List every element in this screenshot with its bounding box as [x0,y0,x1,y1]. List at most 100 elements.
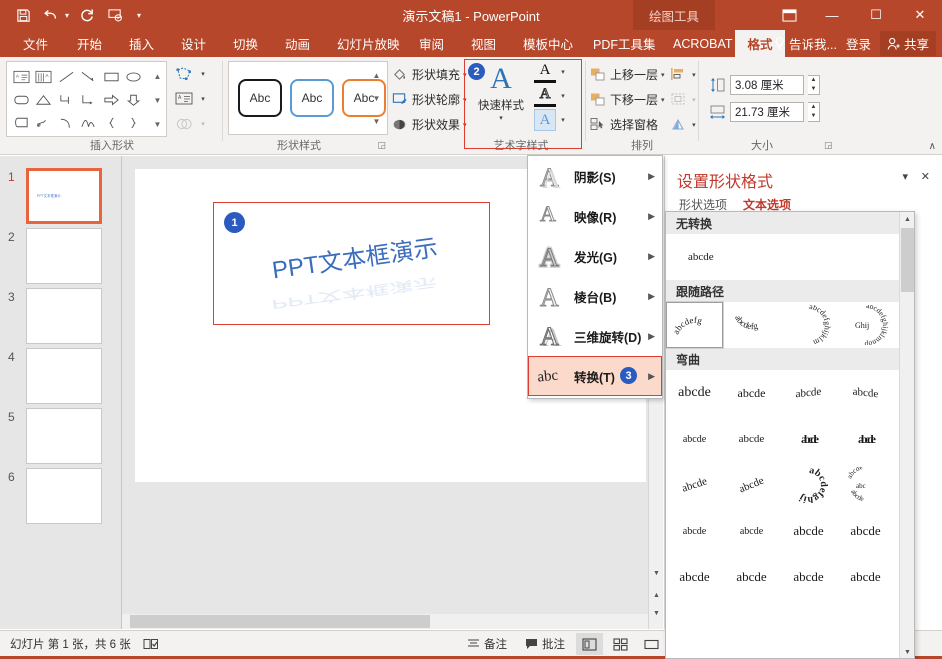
tab-slideshow[interactable]: 幻灯片放映 [328,30,409,57]
transform-option-warp-11[interactable]: abcdefghij [780,462,837,508]
slide-thumbnail-2[interactable]: 2 [0,228,118,288]
format-pane-menu-icon[interactable]: ▾ [902,170,908,183]
shape-style-gallery[interactable]: Abc Abc Abc [228,61,388,135]
menu-item-glow[interactable]: AA 发光(G) ▶ [528,236,662,276]
reading-view-button[interactable] [638,633,665,655]
shape-oval-icon[interactable] [123,65,146,88]
transform-option-warp-16[interactable]: abcde [837,508,894,554]
shape-left-brace-icon[interactable] [100,111,123,134]
slide-horizontal-scrollbar[interactable] [122,614,648,629]
slide-thumbnail-5[interactable]: 5 [0,408,118,468]
transform-option-warp-9[interactable]: abcde [666,454,729,515]
notes-button[interactable]: 备注 [460,633,514,655]
draw-textbox-dropdown-icon[interactable]: ▾ [198,95,208,103]
size-dialog-launcher[interactable]: ◲ [824,140,833,151]
rotate-row[interactable]: ▾ [668,112,698,137]
shape-style-more-icon[interactable]: ▼ [370,110,383,132]
wordart-quick-styles-dropdown-icon[interactable]: ▾ [499,114,503,122]
rotate-dropdown-icon[interactable]: ▾ [690,121,698,129]
tab-review[interactable]: 审阅 [410,30,453,57]
shape-textbox-icon[interactable]: A [10,65,33,88]
transform-option-warp-2[interactable]: abcde [723,370,780,416]
selection-pane-button[interactable]: 选择窗格 [588,112,665,137]
shapes-gallery-scroll[interactable]: ▲ ▼ ▼ [151,65,164,135]
slide-thumb-box-4[interactable] [26,348,102,404]
shape-height-row[interactable]: 3.08 厘米 ▲ ▼ [708,71,820,98]
tab-transitions[interactable]: 切换 [224,30,267,57]
transform-option-warp-3[interactable]: abcde [780,367,837,419]
gallery-scrollbar[interactable]: ▲ ▼ [899,212,914,658]
gallery-scroll-down-icon[interactable]: ▼ [900,645,914,658]
horizontal-scroll-thumb[interactable] [130,615,430,628]
transform-option-warp-18[interactable]: abcde [723,554,780,600]
width-spin-down-icon[interactable]: ▼ [811,113,817,119]
shape-rectangle-icon[interactable] [100,65,123,88]
shape-width-row[interactable]: 21.73 厘米 ▲ ▼ [708,98,820,125]
text-effects-row[interactable]: A ▾ [534,108,580,132]
text-fill-dropdown-icon[interactable]: ▾ [558,68,568,76]
shapes-scroll-up-icon[interactable]: ▲ [151,65,164,87]
shape-outline-button[interactable]: 形状轮廓 ▾ [390,87,467,112]
align-objects-icon[interactable] [668,64,688,86]
slide-thumb-box-6[interactable] [26,468,102,524]
shape-elbow-arrow-icon[interactable] [78,88,101,111]
gallery-scroll-thumb[interactable] [901,228,914,292]
slide-thumb-box-5[interactable] [26,408,102,464]
transform-option-warp-12[interactable]: abcde abc abcde [837,462,894,508]
height-spin-down-icon[interactable]: ▼ [811,86,817,92]
shapes-gallery[interactable]: A A ▲ ▼ ▼ [6,61,167,137]
transform-option-arch-up[interactable]: abcdefg [666,301,724,349]
transform-option-circle[interactable]: abcdefghijklm [780,302,837,348]
selected-textbox[interactable]: 1 PPT文本框演示 PPT文本框演示 [213,202,490,325]
transform-option-arch-down[interactable]: abcdefg [723,302,780,348]
edit-shape-icon[interactable] [172,63,196,85]
slide-thumbnail-pane[interactable]: 1 PPT文本框演示 2 3 4 5 6 [0,156,122,629]
text-fill-icon[interactable]: A [534,62,556,83]
transform-option-warp-7[interactable]: abcde [780,416,837,462]
tab-design[interactable]: 设计 [172,30,215,57]
transform-option-warp-4[interactable]: abcde [837,367,894,419]
maximize-button[interactable]: ☐ [854,0,898,30]
text-effects-icon[interactable]: A [534,109,556,131]
shape-line-icon[interactable] [55,65,78,88]
transform-option-warp-15[interactable]: abcde [780,508,837,554]
text-effects-menu[interactable]: AA 阴影(S) ▶ AA 映像(R) ▶ AA 发光(G) ▶ A 棱台(B)… [527,155,663,399]
previous-slide-icon[interactable]: ▲ [649,588,664,603]
shape-effects-button[interactable]: 形状效果 ▾ [390,112,467,137]
ribbon-display-options-icon[interactable] [768,0,810,30]
shape-rounded-rect-icon[interactable] [10,88,33,111]
shape-style-thumb-1[interactable]: Abc [238,79,282,117]
comments-button[interactable]: 批注 [518,633,572,655]
send-backward-button[interactable]: 下移一层 ▾ [588,87,665,112]
transform-option-warp-20[interactable]: abcde [837,554,894,600]
text-outline-dropdown-icon[interactable]: ▾ [558,92,568,100]
shape-style-scroll[interactable]: ▲ ▼ ▼ [370,64,383,132]
undo-dropdown-icon[interactable]: ▾ [62,11,72,20]
shape-freeform-icon[interactable] [33,111,56,134]
transform-option-warp-19[interactable]: abcde [780,554,837,600]
menu-item-3d-rotation[interactable]: AA 三维旋转(D) ▶ [528,316,662,356]
height-spin-up-icon[interactable]: ▲ [811,77,817,83]
redo-icon[interactable] [74,2,100,28]
shape-height-input[interactable]: 3.08 厘米 [730,74,804,95]
shape-style-scroll-down-icon[interactable]: ▼ [370,87,383,109]
tab-home[interactable]: 开始 [68,30,111,57]
tab-pdf-tools[interactable]: PDF工具集 [584,30,665,57]
gallery-scroll-up-icon[interactable]: ▲ [900,212,914,227]
close-button[interactable]: ✕ [898,0,942,30]
send-backward-dropdown-icon[interactable]: ▾ [661,96,665,104]
text-outline-icon[interactable]: A [534,86,556,107]
slide-thumbnail-3[interactable]: 3 [0,288,118,348]
draw-textbox-row[interactable]: A ▾ [172,86,220,111]
transform-option-warp-17[interactable]: abcde [666,554,723,600]
bring-forward-dropdown-icon[interactable]: ▾ [661,71,665,79]
transform-gallery-flyout[interactable]: 无转换 abcde 跟随路径 abcdefg abcdefg abcdefghi… [665,211,915,659]
text-fill-row[interactable]: A ▾ [534,60,580,84]
slide-thumbnail-4[interactable]: 4 [0,348,118,408]
transform-option-warp-13[interactable]: abcde [668,508,720,554]
menu-item-transform[interactable]: abc 转换(T) 3 ▶ [528,356,662,396]
shape-vertical-textbox-icon[interactable]: A [33,65,56,88]
tab-view[interactable]: 视图 [462,30,505,57]
shape-folded-corner-icon[interactable] [10,111,33,134]
bring-forward-button[interactable]: 上移一层 ▾ [588,62,665,87]
